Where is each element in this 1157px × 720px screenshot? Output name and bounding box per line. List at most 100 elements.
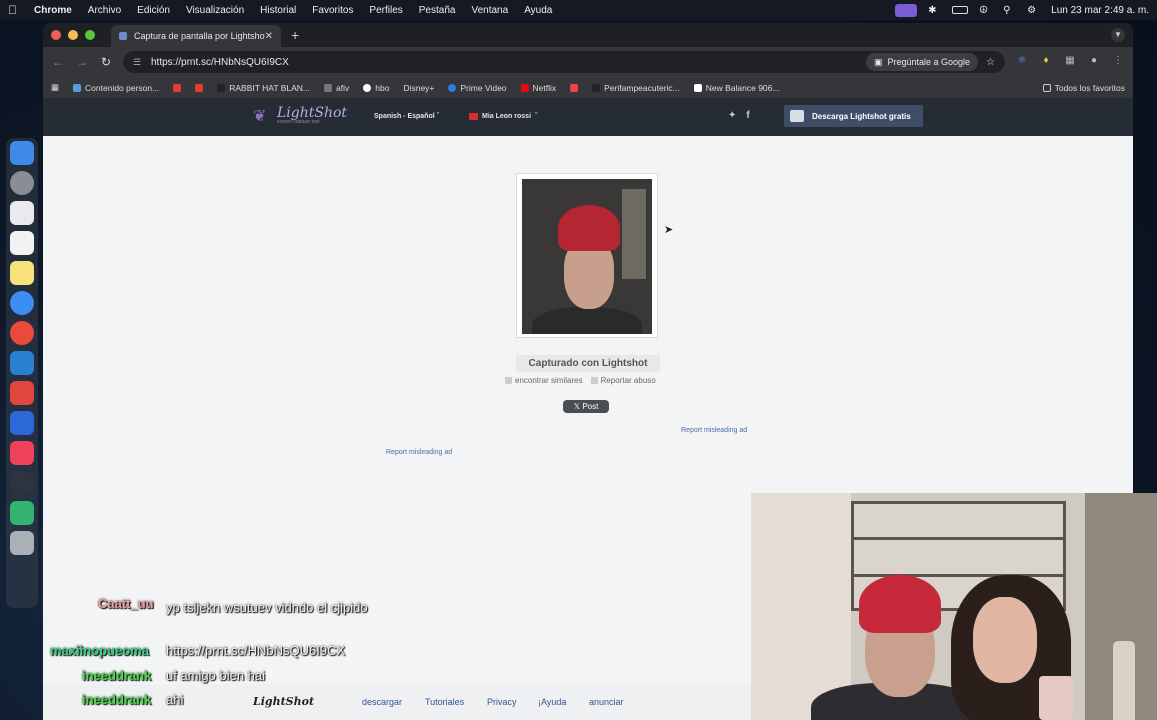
bookmark-new-balance[interactable]: New Balance 906... [693,83,779,93]
red-app-icon[interactable] [10,381,34,405]
footer-link-anunciar[interactable]: anunciar [589,697,624,707]
bookmark-netflix[interactable]: Netflix [520,82,557,93]
forward-icon[interactable]: → [75,55,89,69]
menu-archivo[interactable]: Archivo [88,5,121,16]
safari-icon[interactable] [10,291,34,315]
translate-extension-icon[interactable]: ⚛ [1015,55,1029,69]
launchpad-icon[interactable] [10,201,34,225]
menu-historial[interactable]: Historial [260,5,296,16]
report-abuse-link[interactable]: Reportar abuso [590,376,656,385]
user-menu[interactable]: Mia Leon rossi ˇ [469,113,537,120]
trash-icon[interactable] [10,531,34,555]
battery-icon[interactable] [952,6,969,14]
report-misleading-ad-link[interactable]: Report misleading ad [681,427,747,434]
apps-grid-icon[interactable]: ▦ [51,82,59,93]
webcam-overlay [751,493,1157,720]
notes-icon[interactable] [10,261,34,285]
bookmark-rabbit-hat[interactable]: RABBIT HAT BLAN... [217,83,310,93]
find-similar-link[interactable]: encontrar similares [505,376,583,385]
maximize-window-icon[interactable] [85,30,95,40]
footer-link-descargar[interactable]: descargar [362,697,402,707]
twitter-icon[interactable]: ✦ [728,110,736,121]
bookmark-afiv[interactable]: afiv [324,83,349,93]
menu-edicion[interactable]: Edición [137,5,170,16]
menu-visualizacion[interactable]: Visualización [186,5,244,16]
menu-pestana[interactable]: Pestaña [419,5,456,16]
site-settings-icon[interactable]: ☰ [133,57,143,68]
bluetooth-icon[interactable]: ✱ [928,5,941,16]
search-icon[interactable]: ⚲ [1003,5,1016,16]
chat-message: ineeddrank [82,692,151,707]
bookmark-contenido[interactable]: Contenido person... [73,83,159,93]
download-lightshot-button[interactable]: Descarga Lightshot gratis [784,105,923,127]
chat-username: ineeddrank [82,692,152,707]
bookmark-youtube-2[interactable] [195,83,204,92]
tab-search-icon[interactable]: ▼ [1111,28,1125,42]
blue-app-icon[interactable] [10,411,34,435]
bookmark-prime-video[interactable]: Prime Video [448,83,507,93]
control-center-icon[interactable]: ⚙ [1027,5,1040,16]
calendar-icon[interactable] [10,231,34,255]
x-post-button[interactable]: 𝕏 Post [563,400,609,413]
settings-icon[interactable] [10,171,34,195]
bookmark-red[interactable] [570,83,579,92]
apple-icon[interactable]:  [8,3,22,17]
all-bookmarks-label: Todos los favoritos [1054,82,1125,93]
vscode-icon[interactable] [10,351,34,375]
puzzle-icon[interactable]: ▦ [1063,55,1077,69]
address-bar[interactable]: ☰ https://prnt.sc/HNbNsQU6I9CX ▣ Pregúnt… [123,51,1005,73]
profile-avatar[interactable]: ● [1087,55,1101,69]
bookmark-disney[interactable]: Disney+ [403,83,434,93]
footer-link-privacy[interactable]: Privacy [487,697,517,707]
green-app-icon[interactable] [10,501,34,525]
extension-icon[interactable]: ♦ [1039,55,1053,69]
chrome-icon[interactable] [10,321,34,345]
menubar-clock[interactable]: Lun 23 mar 2:49 a. m. [1051,5,1149,16]
bookmark-label: Netflix [532,82,557,93]
menu-ayuda[interactable]: Ayuda [524,5,552,16]
bookmark-label: hbo [375,82,390,93]
url-text[interactable]: https://prnt.sc/HNbNsQU6I9CX [151,57,858,68]
reload-icon[interactable]: ↻ [99,55,113,69]
wifi-icon[interactable]: ☮ [979,5,992,16]
google-lens-icon: ▣ [873,56,883,67]
bookmark-perifampeacuteric[interactable]: Perifampeacuteric... [592,83,680,93]
menu-chrome[interactable]: Chrome [34,5,72,16]
finder-icon[interactable] [10,141,34,165]
screenshot-frame[interactable] [516,173,658,338]
chat-username: ineeddrank [82,668,152,683]
find-similar-label: encontrar similares [515,376,583,385]
bookmark-youtube-1[interactable] [173,83,182,92]
menu-perfiles[interactable]: Perfiles [369,5,402,16]
menu-favoritos[interactable]: Favoritos [312,5,353,16]
footer-logo[interactable]: LightShot [253,695,314,708]
language-label: Spanish - Español [374,113,435,120]
new-tab-icon[interactable]: + [291,27,299,43]
close-window-icon[interactable] [51,30,61,40]
ask-google-button[interactable]: ▣ Pregúntale a Google [865,53,979,71]
bookmark-favicon-icon [570,83,579,92]
footer-link-ayuda[interactable]: ¡Ayuda [538,697,566,707]
chrome-menu-icon[interactable]: ⋮ [1111,55,1125,69]
close-tab-icon[interactable]: ✕ [265,31,273,42]
obs-icon[interactable] [10,471,34,495]
bookmark-hbo[interactable]: hbo [363,83,389,93]
facebook-icon[interactable]: f [746,110,749,121]
tab-lightshot[interactable]: Captura de pantalla por Lightshot ✕ [111,25,281,47]
screenshot-actions: encontrar similares Reportar abuso [505,376,656,385]
minimize-window-icon[interactable] [68,30,78,40]
bookmark-star-icon[interactable]: ☆ [986,57,995,68]
youtube-icon [195,83,204,92]
screen-share-icon[interactable] [895,3,918,17]
back-icon[interactable]: ← [51,55,65,69]
image-icon [505,377,512,385]
music-icon[interactable] [10,441,34,465]
all-bookmarks[interactable]: Todos los favoritos [1042,82,1125,93]
lightshot-logo[interactable]: ❦ LightShot screen capture tool [253,106,347,126]
language-selector[interactable]: Spanish - Español ˇ [374,113,439,120]
screenshot-image[interactable] [522,179,652,334]
menu-ventana[interactable]: Ventana [471,5,508,16]
download-label: Descarga Lightshot gratis [812,111,911,121]
footer-link-tutoriales[interactable]: Tutoriales [425,697,464,707]
report-misleading-ad-link-2[interactable]: Report misleading ad [386,449,452,456]
